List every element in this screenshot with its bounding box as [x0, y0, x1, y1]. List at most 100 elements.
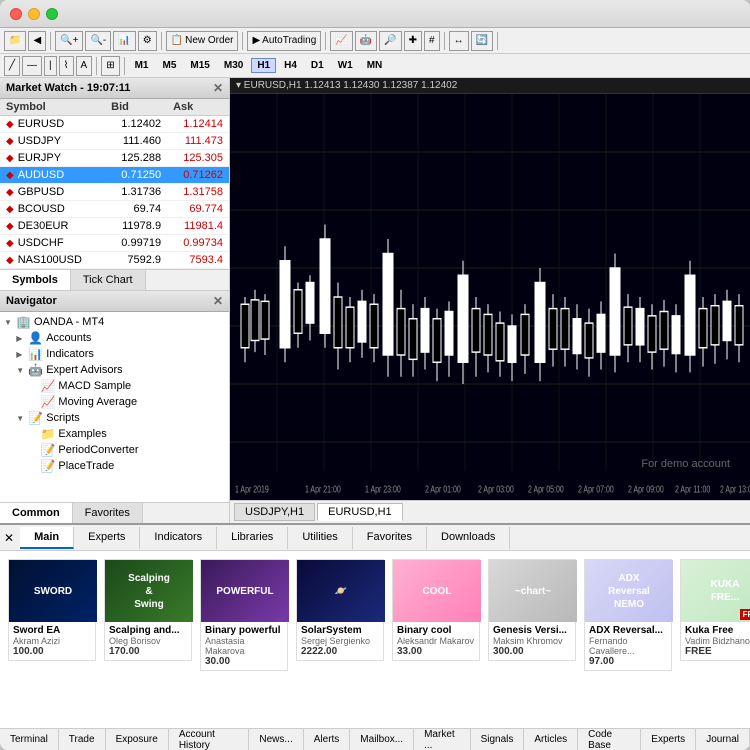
- market-item[interactable]: COOL Binary cool Aleksandr Makarov 33.00: [392, 559, 480, 661]
- status-tab-account-history[interactable]: Account History: [169, 729, 250, 750]
- tree-icon: 🤖: [28, 363, 43, 377]
- market-watch-row[interactable]: ◆EURUSD 1.12402 1.12414: [0, 116, 229, 133]
- tab-tick-chart[interactable]: Tick Chart: [71, 270, 146, 290]
- new-order-btn[interactable]: 📋 New Order: [166, 31, 239, 51]
- market-watch-close[interactable]: ✕: [213, 81, 223, 95]
- tf-m15[interactable]: M15: [184, 58, 215, 73]
- tab-symbols[interactable]: Symbols: [0, 270, 71, 290]
- tree-item[interactable]: ▶ 📊 Indicators: [2, 346, 227, 362]
- bottom-tab-indicators[interactable]: Indicators: [140, 527, 217, 549]
- status-tab-articles[interactable]: Articles: [524, 729, 578, 750]
- market-watch-row[interactable]: ◆GBPUSD 1.31736 1.31758: [0, 184, 229, 201]
- bottom-panel-close[interactable]: ✕: [4, 531, 14, 545]
- navigator-close[interactable]: ✕: [213, 294, 223, 308]
- market-watch-row[interactable]: ◆USDJPY 111.460 111.473: [0, 133, 229, 150]
- svg-text:2 Apr 13:00: 2 Apr 13:00: [720, 483, 750, 495]
- market-watch-row[interactable]: ◆EURJPY 125.288 125.305: [0, 150, 229, 167]
- tf-m5[interactable]: M5: [157, 58, 183, 73]
- bid-cell: 0.71250: [105, 167, 167, 184]
- tab-favorites[interactable]: Favorites: [73, 503, 143, 523]
- status-tab-mailbox---[interactable]: Mailbox...: [350, 729, 414, 750]
- market-watch-title: Market Watch - 19:07:11: [6, 82, 130, 94]
- draw-line-btn[interactable]: ╱: [4, 56, 20, 76]
- draw-text-btn[interactable]: A: [76, 56, 93, 76]
- tab-common[interactable]: Common: [0, 503, 73, 523]
- chart-canvas[interactable]: 1 Apr 2019 1 Apr 21:00 1 Apr 23:00 2 Apr…: [230, 94, 750, 500]
- market-item[interactable]: 🪐 SolarSystem Sergej Sergienko 2222.00: [296, 559, 384, 661]
- chart-btn[interactable]: 📊: [113, 31, 135, 51]
- crosshair-btn[interactable]: ✚: [404, 31, 422, 51]
- market-watch-row[interactable]: ◆BCOUSD 69.74 69.774: [0, 201, 229, 218]
- status-tab-market----[interactable]: Market ...: [414, 729, 470, 750]
- refresh-btn[interactable]: 🔄: [471, 31, 493, 51]
- tree-item[interactable]: 📝 PlaceTrade: [2, 458, 227, 474]
- col-bid: Bid: [105, 99, 167, 116]
- market-item-info: Sword EA Akram Azizi 100.00: [9, 622, 95, 660]
- market-item-image: ~chart~: [489, 560, 577, 622]
- status-tab-terminal[interactable]: Terminal: [0, 729, 59, 750]
- magnify-btn[interactable]: 🔎: [379, 31, 401, 51]
- tree-item[interactable]: 📈 MACD Sample: [2, 378, 227, 394]
- market-item-image: COOL: [393, 560, 481, 622]
- status-tab-code-base[interactable]: Code Base: [578, 729, 641, 750]
- market-watch-row[interactable]: ◆AUDUSD 0.71250 0.71262: [0, 167, 229, 184]
- tf-w1[interactable]: W1: [332, 58, 359, 73]
- status-tab-journal[interactable]: Journal: [696, 729, 750, 750]
- autotrading-btn[interactable]: ▶ AutoTrading: [247, 31, 321, 51]
- market-watch-row[interactable]: ◆DE30EUR 11978.9 11981.4: [0, 218, 229, 235]
- experts-btn[interactable]: 🤖: [355, 31, 377, 51]
- bottom-tab-favorites[interactable]: Favorites: [353, 527, 427, 549]
- period-sep-btn[interactable]: ⊞: [101, 56, 119, 76]
- bottom-tab-libraries[interactable]: Libraries: [217, 527, 288, 549]
- back-btn[interactable]: ◀: [28, 31, 46, 51]
- status-tab-news---[interactable]: News...: [249, 729, 303, 750]
- market-watch-row[interactable]: ◆USDCHF 0.99719 0.99734: [0, 235, 229, 252]
- tree-item[interactable]: 📝 PeriodConverter: [2, 442, 227, 458]
- chart-tab-eurusd[interactable]: EURUSD,H1: [317, 503, 403, 521]
- bottom-tab-main[interactable]: Main: [20, 527, 74, 549]
- status-tab-trade[interactable]: Trade: [59, 729, 106, 750]
- status-tab-experts[interactable]: Experts: [641, 729, 696, 750]
- market-item-name: SolarSystem: [301, 625, 379, 636]
- tree-item[interactable]: 📈 Moving Average: [2, 394, 227, 410]
- tree-item[interactable]: ▼ 📝 Scripts: [2, 410, 227, 426]
- market-item[interactable]: SWORD Sword EA Akram Azizi 100.00: [8, 559, 96, 661]
- tf-m1[interactable]: M1: [129, 58, 155, 73]
- tf-h1[interactable]: H1: [251, 58, 276, 73]
- indicators-btn[interactable]: 📈: [330, 31, 352, 51]
- grid-btn[interactable]: #: [424, 31, 440, 51]
- bottom-tab-experts[interactable]: Experts: [74, 527, 140, 549]
- zoom-out-btn[interactable]: 🔍-: [85, 31, 111, 51]
- bottom-tab-utilities[interactable]: Utilities: [288, 527, 352, 549]
- tf-m30[interactable]: M30: [218, 58, 249, 73]
- file-btn[interactable]: 📁: [4, 31, 26, 51]
- minimize-button[interactable]: [28, 8, 40, 20]
- status-tab-signals[interactable]: Signals: [471, 729, 525, 750]
- close-button[interactable]: [10, 8, 22, 20]
- market-item[interactable]: POWERFUL Binary powerful Anastasia Makar…: [200, 559, 288, 671]
- tf-mn[interactable]: MN: [361, 58, 389, 73]
- market-item[interactable]: Scalping&Swing Scalping and... Oleg Bori…: [104, 559, 192, 661]
- maximize-button[interactable]: [46, 8, 58, 20]
- status-tab-alerts[interactable]: Alerts: [304, 729, 351, 750]
- bottom-tab-downloads[interactable]: Downloads: [427, 527, 510, 549]
- status-tab-exposure[interactable]: Exposure: [106, 729, 169, 750]
- draw-fib-btn[interactable]: ⌇: [59, 56, 74, 76]
- toolbar-row-1: 📁 ◀ 🔍+ 🔍- 📊 ⚙ 📋 New Order ▶ AutoTrading …: [0, 28, 750, 54]
- tf-d1[interactable]: D1: [305, 58, 330, 73]
- tree-item[interactable]: 📁 Examples: [2, 426, 227, 442]
- scroll-btn[interactable]: ↔: [449, 31, 469, 51]
- draw-horiz-btn[interactable]: —: [22, 56, 42, 76]
- market-item[interactable]: KUKAFRE... FREE Kuka Free Vadim Bidzhano…: [680, 559, 750, 661]
- settings-btn[interactable]: ⚙: [138, 31, 157, 51]
- chart-tab-usdjpy[interactable]: USDJPY,H1: [234, 503, 315, 521]
- tree-item[interactable]: ▼ 🤖 Expert Advisors: [2, 362, 227, 378]
- market-watch-row[interactable]: ◆NAS100USD 7592.9 7593.4: [0, 252, 229, 269]
- zoom-in-btn[interactable]: 🔍+: [55, 31, 83, 51]
- tree-item[interactable]: ▶ 👤 Accounts: [2, 330, 227, 346]
- tf-h4[interactable]: H4: [278, 58, 303, 73]
- market-item[interactable]: ADXReversalNEMO ADX Reversal... Fernando…: [584, 559, 672, 671]
- market-item[interactable]: ~chart~ Genesis Versi... Maksim Khromov …: [488, 559, 576, 661]
- draw-vert-btn[interactable]: |: [44, 56, 57, 76]
- tree-item[interactable]: ▼ 🏢 OANDA - MT4: [2, 314, 227, 330]
